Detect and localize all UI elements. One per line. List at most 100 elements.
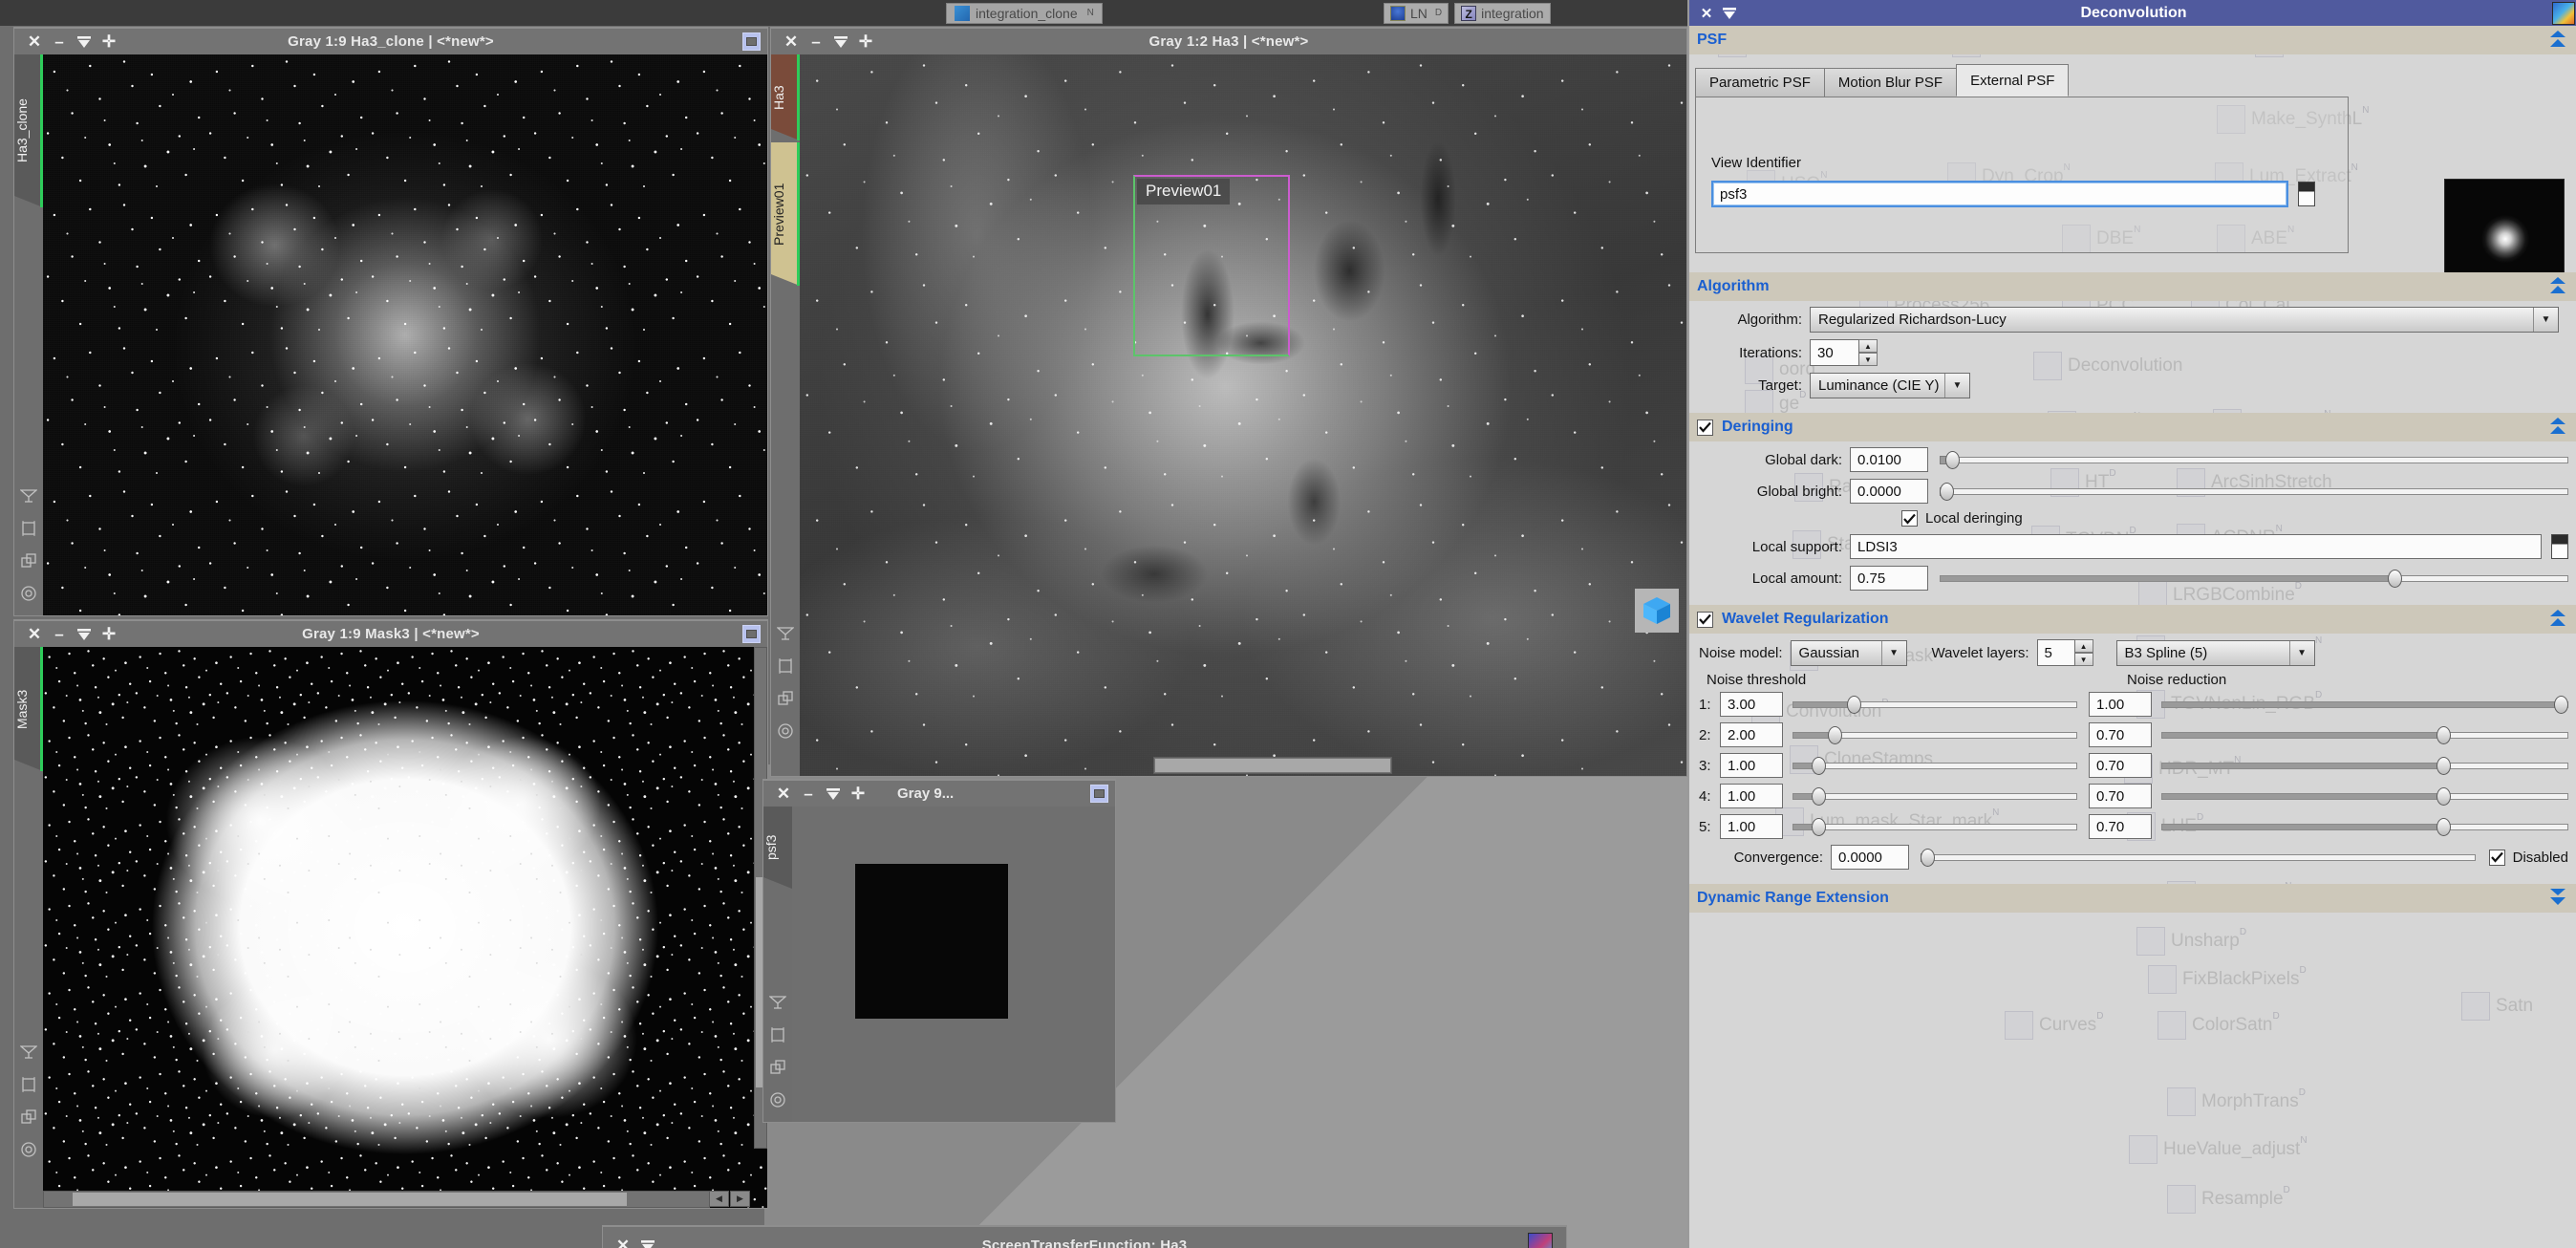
local-support-input[interactable]: LDSI3 bbox=[1850, 534, 2542, 559]
stepper-down-icon[interactable]: ▼ bbox=[2074, 653, 2093, 666]
taskbar-tab[interactable]: integration_clone N bbox=[946, 2, 1103, 24]
chevron-down-icon[interactable]: ▼ bbox=[1880, 640, 1906, 665]
slider-thumb[interactable] bbox=[1811, 757, 1826, 775]
collapse-icon[interactable] bbox=[635, 1234, 660, 1248]
scroll-right-icon[interactable]: ▶ bbox=[730, 1191, 750, 1207]
close-icon[interactable]: ✕ bbox=[22, 30, 47, 54]
local-deringing-checkbox[interactable] bbox=[1901, 510, 1918, 527]
scrollbar-thumb[interactable] bbox=[1155, 759, 1390, 772]
local-amount-slider[interactable] bbox=[1940, 569, 2568, 588]
global-bright-slider[interactable] bbox=[1940, 482, 2568, 501]
noise-reduction-input[interactable]: 0.70 bbox=[2089, 753, 2152, 778]
scaling-function-select[interactable]: B3 Spline (5) ▼ bbox=[2115, 639, 2315, 666]
slider-thumb[interactable] bbox=[1811, 818, 1826, 836]
mask3-window[interactable]: ✕ – ✛ Gray 1:9 Mask3 | <*new*> Mask3 ◀ ▶ bbox=[13, 619, 768, 1209]
iterations-stepper[interactable]: 30 ▲ ▼ bbox=[1810, 339, 1878, 366]
taskbar-tab[interactable]: Z integration bbox=[1454, 2, 1551, 24]
section-header-wavelet[interactable]: Wavelet Regularization bbox=[1689, 605, 2576, 634]
zoom-in-icon[interactable]: ✛ bbox=[853, 30, 878, 54]
zoom-in-icon[interactable]: ✛ bbox=[846, 782, 870, 807]
target-icon[interactable] bbox=[14, 1133, 43, 1166]
duplicate-icon[interactable] bbox=[14, 545, 43, 577]
stepper-up-icon[interactable]: ▲ bbox=[2074, 639, 2093, 653]
noise-reduction-input[interactable]: 0.70 bbox=[2089, 722, 2152, 747]
iterations-input[interactable]: 30 bbox=[1810, 339, 1859, 366]
stepper-up-icon[interactable]: ▲ bbox=[1859, 339, 1878, 353]
close-icon[interactable]: ✕ bbox=[1695, 2, 1718, 25]
image-canvas[interactable] bbox=[792, 807, 1115, 1122]
window-titlebar[interactable]: ✕ – ✛ Gray 1:9 Mask3 | <*new*> bbox=[14, 620, 767, 647]
slider-thumb[interactable] bbox=[1827, 726, 1842, 744]
sidebar-item-mask3[interactable]: Mask3 bbox=[14, 647, 43, 771]
noise-threshold-slider[interactable] bbox=[1792, 756, 2077, 775]
algorithm-select[interactable]: Regularized Richardson-Lucy ▼ bbox=[1810, 307, 2559, 333]
scroll-left-icon[interactable]: ◀ bbox=[709, 1191, 729, 1207]
noise-reduction-slider[interactable] bbox=[2161, 695, 2568, 714]
noise-reduction-slider[interactable] bbox=[2161, 786, 2568, 806]
noise-threshold-slider[interactable] bbox=[1792, 786, 2077, 806]
deringing-checkbox[interactable] bbox=[1697, 419, 1713, 436]
collapse-icon[interactable] bbox=[1718, 2, 1741, 25]
window-titlebar[interactable]: ✕ – ✛ Gray 9... bbox=[763, 780, 1115, 807]
global-dark-slider[interactable] bbox=[1940, 450, 2568, 469]
close-icon[interactable]: ✕ bbox=[771, 782, 796, 807]
target-select[interactable]: Luminance (CIE Y) ▼ bbox=[1810, 373, 1970, 398]
section-expand-icon[interactable] bbox=[2547, 888, 2568, 912]
collapse-icon[interactable] bbox=[72, 30, 97, 54]
histogram-icon[interactable] bbox=[14, 480, 43, 512]
sidebar-item-ha3-clone[interactable]: Ha3_clone bbox=[14, 54, 43, 207]
preview-region[interactable]: Preview01 bbox=[1133, 175, 1290, 356]
window-titlebar[interactable]: ✕ – ✛ Gray 1:9 Ha3_clone | <*new*> bbox=[14, 28, 767, 54]
minimize-icon[interactable]: – bbox=[47, 30, 72, 54]
view-picker-icon[interactable] bbox=[2298, 182, 2315, 206]
slider-thumb[interactable] bbox=[2436, 757, 2451, 775]
noise-threshold-input[interactable]: 1.00 bbox=[1720, 784, 1783, 808]
view-identifier-input[interactable]: psf3 bbox=[1711, 181, 2288, 207]
global-dark-input[interactable]: 0.0100 bbox=[1850, 447, 1928, 472]
image-canvas[interactable] bbox=[43, 647, 767, 1208]
noise-threshold-slider[interactable] bbox=[1792, 725, 2077, 744]
convergence-slider[interactable] bbox=[1921, 848, 2476, 867]
target-icon[interactable] bbox=[771, 715, 800, 747]
duplicate-icon[interactable] bbox=[771, 682, 800, 715]
tab-external-psf[interactable]: External PSF bbox=[1956, 64, 2070, 97]
tab-parametric-psf[interactable]: Parametric PSF bbox=[1695, 68, 1825, 97]
minimize-icon[interactable]: – bbox=[796, 782, 821, 807]
section-header-dynamic-range[interactable]: Dynamic Range Extension bbox=[1689, 884, 2576, 913]
image-canvas[interactable]: Preview01 bbox=[800, 54, 1686, 776]
crop-icon[interactable] bbox=[14, 1068, 43, 1101]
cube-3d-icon[interactable] bbox=[1635, 589, 1679, 633]
dialog-titlebar[interactable]: ✕ Deconvolution bbox=[1689, 0, 2576, 26]
chevron-down-icon[interactable]: ▼ bbox=[1944, 374, 1969, 398]
noise-reduction-input[interactable]: 0.70 bbox=[2089, 784, 2152, 808]
noise-reduction-slider[interactable] bbox=[2161, 817, 2568, 836]
maximize-icon[interactable] bbox=[1090, 785, 1108, 803]
sidebar-item-ha3[interactable]: Ha3 bbox=[771, 54, 800, 140]
deconvolution-dialog[interactable]: seProcess8HDCosmetic_CorrectionsNCCNMake… bbox=[1687, 0, 2576, 1248]
maximize-icon[interactable] bbox=[742, 32, 761, 51]
crop-icon[interactable] bbox=[14, 512, 43, 545]
section-collapse-icon[interactable] bbox=[2547, 30, 2568, 54]
minimize-icon[interactable]: – bbox=[804, 30, 828, 54]
noise-threshold-input[interactable]: 1.00 bbox=[1720, 753, 1783, 778]
noise-reduction-input[interactable]: 0.70 bbox=[2089, 814, 2152, 839]
wavelet-checkbox[interactable] bbox=[1697, 611, 1713, 628]
noise-reduction-slider[interactable] bbox=[2161, 725, 2568, 744]
section-header-psf[interactable]: PSF bbox=[1689, 26, 2576, 54]
scrollbar-thumb[interactable] bbox=[73, 1193, 627, 1206]
local-amount-input[interactable]: 0.75 bbox=[1850, 566, 1928, 591]
horizontal-scrollbar[interactable] bbox=[43, 1191, 710, 1208]
maximize-icon[interactable] bbox=[742, 625, 761, 643]
image-canvas[interactable] bbox=[43, 54, 767, 615]
noise-threshold-slider[interactable] bbox=[1792, 817, 2077, 836]
histogram-icon[interactable] bbox=[14, 1036, 43, 1068]
collapse-icon[interactable] bbox=[828, 30, 853, 54]
sidebar-item-preview01[interactable]: Preview01 bbox=[771, 142, 800, 286]
slider-thumb[interactable] bbox=[1811, 787, 1826, 806]
slider-thumb[interactable] bbox=[2436, 726, 2451, 744]
sidebar-item-psf3[interactable]: psf3 bbox=[763, 807, 792, 889]
crop-icon[interactable] bbox=[763, 1019, 792, 1051]
zoom-in-icon[interactable]: ✛ bbox=[97, 30, 121, 54]
histogram-icon[interactable] bbox=[763, 986, 792, 1019]
duplicate-icon[interactable] bbox=[14, 1101, 43, 1133]
